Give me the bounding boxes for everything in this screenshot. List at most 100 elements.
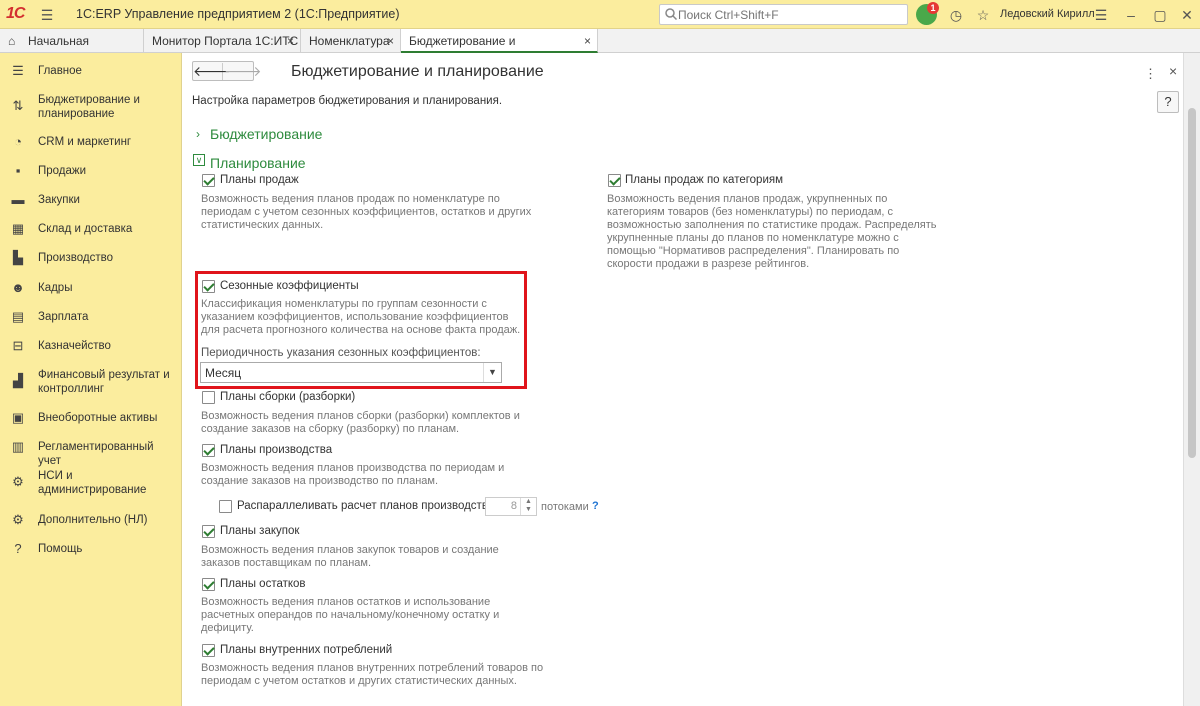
tab-close-icon[interactable]: × <box>287 29 294 53</box>
sales-plans-checkbox[interactable] <box>202 174 215 187</box>
history-icon[interactable]: ◷ <box>947 6 965 24</box>
hr-icon: ☻ <box>11 280 25 295</box>
internal-consumption-desc: Возможность ведения планов внутренних по… <box>201 662 544 687</box>
sales-by-category-checkbox[interactable] <box>608 174 621 187</box>
threads-stepper[interactable]: 8 ▲ ▼ <box>485 497 537 516</box>
seasonal-coefficients-checkbox[interactable] <box>202 280 215 293</box>
stock-plans-checkbox[interactable] <box>202 578 215 591</box>
purchase-plans-label: Планы закупок <box>220 525 300 537</box>
help-icon: ? <box>14 541 22 556</box>
app-title: 1С:ERP Управление предприятием 2 (1С:Пре… <box>76 7 400 21</box>
favorites-star-icon[interactable]: ☆ <box>974 6 992 24</box>
warehouse-icon: ▦ <box>11 221 25 236</box>
threads-value: 8 <box>510 500 517 512</box>
forward-arrow-icon[interactable]: 🡒 <box>224 63 262 80</box>
periodicity-select[interactable]: Месяц ▼ <box>200 362 502 383</box>
purchase-plans-checkbox[interactable] <box>202 525 215 538</box>
search-icon <box>665 8 678 21</box>
settings-menu-icon[interactable]: ☰ <box>1092 6 1110 24</box>
tab-budgeting[interactable]: Бюджетирование и планирование × <box>401 29 598 72</box>
sales-plans-desc: Возможность ведения планов продаж по ном… <box>201 193 532 231</box>
production-plans-desc: Возможность ведения планов производства … <box>201 462 505 487</box>
assembly-plans-checkbox[interactable] <box>202 391 215 404</box>
chevron-right-icon[interactable]: › <box>196 127 200 141</box>
section-planning[interactable]: Планирование <box>210 155 306 171</box>
search-input[interactable] <box>678 7 903 22</box>
sidebar-item-help[interactable]: ? Помощь <box>0 542 182 562</box>
periodicity-value: Месяц <box>205 366 242 380</box>
chevron-down-icon[interactable]: ∨ <box>193 154 205 166</box>
stepper-arrows-icon[interactable]: ▲ ▼ <box>520 498 536 515</box>
minimize-icon[interactable]: – <box>1122 6 1140 24</box>
sidebar-item-hr[interactable]: ☻ Кадры <box>0 281 182 301</box>
parallel-calc-checkbox[interactable] <box>219 500 232 513</box>
sales-by-category-label: Планы продаж по категориям <box>625 174 784 186</box>
purchase-plans-desc: Возможность ведения планов закупок товар… <box>201 544 499 569</box>
section-budgeting[interactable]: Бюджетирование <box>210 126 322 142</box>
salary-icon: ▤ <box>11 309 25 324</box>
nav-buttons: 🡐 🡒 <box>192 61 262 81</box>
sales-plans-label: Планы продаж <box>220 174 299 186</box>
sidebar-item-crm[interactable]: ◔ CRM и маркетинг <box>0 135 182 155</box>
crm-icon: ◔ <box>14 134 22 149</box>
sidebar-item-fixed-assets[interactable]: ▣ Внеоборотные активы <box>0 411 182 431</box>
page-title: Бюджетирование и планирование <box>291 63 544 80</box>
sidebar-item-purchases[interactable]: ▬ Закупки <box>0 193 182 213</box>
gear-icon: ⚙ <box>12 474 24 489</box>
gear-icon: ⚙ <box>12 512 24 527</box>
menu-icon[interactable]: ☰ <box>38 6 56 24</box>
sidebar-item-admin[interactable]: ⚙ НСИ и администрирование <box>0 469 182 499</box>
assembly-plans-desc: Возможность ведения планов сборки (разбо… <box>201 410 520 435</box>
production-plans-label: Планы производства <box>220 444 333 456</box>
sidebar-item-sales[interactable]: ▪ Продажи <box>0 164 182 184</box>
budgeting-icon: ⇅ <box>12 98 24 113</box>
production-plans-checkbox[interactable] <box>202 444 215 457</box>
search-box[interactable] <box>659 4 908 25</box>
sidebar-item-budgeting[interactable]: ⇅ Бюджетирование и планирование <box>0 93 182 123</box>
sidebar-item-production[interactable]: ▙ Производство <box>0 251 182 271</box>
title-bar: 1С ☰ 1С:ERP Управление предприятием 2 (1… <box>0 0 1200 29</box>
menu-icon: ☰ <box>12 63 24 78</box>
sales-icon: ▪ <box>15 163 21 178</box>
chevron-down-icon[interactable]: ▼ <box>483 363 501 382</box>
maximize-icon[interactable]: ▢ <box>1151 6 1169 24</box>
tab-close-icon[interactable]: × <box>584 29 591 53</box>
page-subtitle: Настройка параметров бюджетирования и пл… <box>192 95 503 107</box>
more-actions-icon[interactable]: ⋮ <box>1144 66 1157 82</box>
help-button[interactable]: ? <box>1157 91 1179 113</box>
tab-bar: ⌂Начальная страница Монитор Портала 1С:И… <box>0 29 1200 72</box>
regulated-accounting-icon: ▥ <box>11 439 25 454</box>
tab-close-icon[interactable]: × <box>387 29 394 53</box>
vertical-scrollbar[interactable] <box>1183 53 1200 706</box>
tab-its-monitor[interactable]: Монитор Портала 1С:ИТС × <box>144 29 301 53</box>
periodicity-label: Периодичность указания сезонных коэффици… <box>201 347 481 359</box>
sales-by-category-desc: Возможность ведения планов продаж, укруп… <box>607 193 937 270</box>
notification-count-badge: 1 <box>927 2 939 14</box>
back-arrow-icon[interactable]: 🡐 <box>193 63 231 80</box>
sidebar-item-salary[interactable]: ▤ Зарплата <box>0 310 182 330</box>
close-window-icon[interactable]: ✕ <box>1178 6 1196 24</box>
sidebar-item-regulated-accounting[interactable]: ▥ Регламентированный учет <box>0 439 182 468</box>
seasonal-coefficients-label: Сезонные коэффициенты <box>220 280 359 292</box>
production-icon: ▙ <box>13 250 23 265</box>
stock-plans-label: Планы остатков <box>220 578 306 590</box>
tab-label: Монитор Портала 1С:ИТС <box>152 34 299 48</box>
parallel-calc-label: Распараллеливать расчет планов производс… <box>237 500 495 512</box>
sidebar-item-warehouse[interactable]: ▦ Склад и доставка <box>0 222 182 242</box>
internal-consumption-checkbox[interactable] <box>202 644 215 657</box>
close-form-icon[interactable]: × <box>1169 63 1177 79</box>
internal-consumption-label: Планы внутренних потреблений <box>220 644 393 656</box>
user-name[interactable]: Ледовский Кирилл <box>1000 8 1095 20</box>
fixed-assets-icon: ▣ <box>11 410 25 425</box>
sidebar-item-financial-result[interactable]: ▟ Финансовый результат и контроллинг <box>0 368 182 398</box>
sidebar-item-treasury[interactable]: ⊟ Казначейство <box>0 339 182 359</box>
tab-home[interactable]: ⌂Начальная страница <box>0 29 144 72</box>
stock-plans-desc: Возможность ведения планов остатков и ис… <box>201 596 500 634</box>
scrollbar-thumb[interactable] <box>1188 108 1196 458</box>
sidebar-item-additional[interactable]: ⚙ Дополнительно (НЛ) <box>0 513 182 533</box>
financial-result-icon: ▟ <box>13 373 23 388</box>
sidebar-item-main[interactable]: ☰ Главное <box>0 64 182 84</box>
purchases-icon: ▬ <box>11 192 25 207</box>
help-question-icon[interactable]: ? <box>592 500 599 512</box>
tab-nomenclature[interactable]: Номенклатура × <box>301 29 401 53</box>
